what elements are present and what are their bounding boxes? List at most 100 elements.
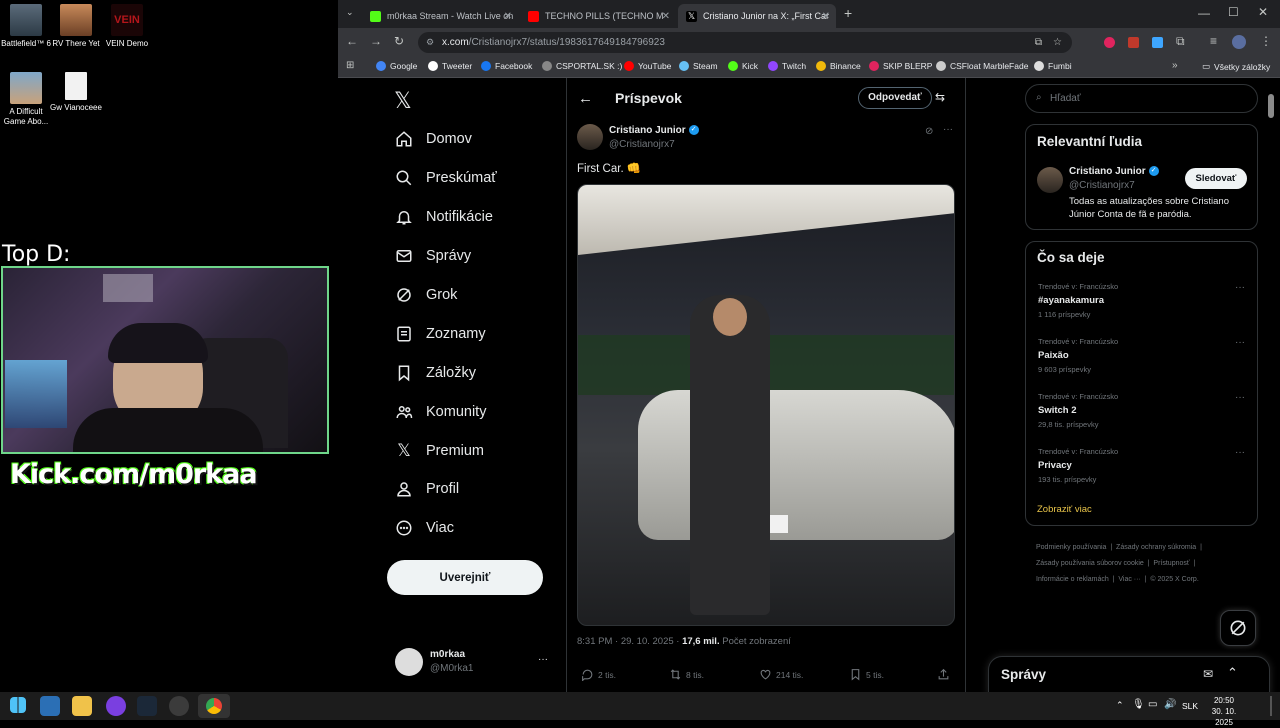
extension-icon[interactable] — [1104, 37, 1115, 48]
grok-explain-icon[interactable]: ⊘ — [925, 126, 933, 137]
bookmark-facebook[interactable]: Facebook — [481, 61, 532, 71]
nav-home[interactable]: Domov — [394, 129, 472, 149]
minimize-icon[interactable]: — — [1198, 6, 1210, 20]
file-explorer-icon[interactable] — [72, 696, 92, 716]
close-icon[interactable]: ✕ — [662, 11, 670, 22]
language-indicator[interactable]: SLK — [1182, 701, 1198, 711]
messages-drawer[interactable]: Správy ✉ ⌃ — [988, 656, 1270, 692]
relevant-name-row[interactable]: Cristiano Junior ✓ — [1069, 166, 1159, 177]
repost-action[interactable]: 8 tis. — [669, 668, 704, 681]
footer-link[interactable]: Viac ··· — [1118, 576, 1140, 583]
maximize-icon[interactable]: ☐ — [1228, 5, 1239, 19]
bookmark-fumbi[interactable]: Fumbi — [1034, 61, 1072, 71]
steam-icon[interactable] — [137, 696, 157, 716]
tab-search-icon[interactable]: ⌄ — [346, 7, 354, 18]
bookmark-google[interactable]: Google — [376, 61, 417, 71]
window-close-icon[interactable]: ✕ — [1258, 5, 1268, 19]
trend-item[interactable]: Trendové v: Francúzsko Paixão 9 603 prís… — [1038, 337, 1248, 374]
desktop-icon-gw-vianoceee[interactable]: Gw Vianoceee — [48, 72, 104, 113]
nav-premium[interactable]: 𝕏 Premium — [394, 441, 484, 461]
trend-item[interactable]: Trendové v: Francúzsko Switch 2 29,8 tis… — [1038, 392, 1248, 429]
scrollbar-thumb[interactable] — [1268, 94, 1274, 118]
profile-avatar[interactable] — [1232, 35, 1246, 49]
tab-x-post[interactable]: 𝕏 Cristiano Junior na X: „First Car ✕ — [678, 4, 836, 28]
like-action[interactable]: 214 tis. — [759, 668, 803, 681]
footer-link[interactable]: Informácie o reklamách — [1036, 576, 1109, 583]
menu-icon[interactable]: ⋮ — [1260, 34, 1272, 48]
site-info-icon[interactable]: ⚙ — [426, 32, 434, 53]
trend-menu-icon[interactable]: ··· — [1235, 282, 1245, 293]
account-menu-icon[interactable]: ··· — [538, 654, 548, 665]
trend-menu-icon[interactable]: ··· — [1235, 447, 1245, 458]
bookmark-binance[interactable]: Binance — [816, 61, 861, 71]
bookmark-kick[interactable]: Kick — [728, 61, 758, 71]
forward-icon[interactable]: → — [370, 34, 382, 48]
reply-button[interactable]: Odpovedať — [858, 87, 932, 109]
nav-messages[interactable]: Správy — [394, 246, 471, 266]
chrome-taskbar-button[interactable] — [198, 694, 230, 718]
bookmark-tweeter[interactable]: Tweeter — [428, 61, 472, 71]
trend-menu-icon[interactable]: ··· — [1235, 392, 1245, 403]
trend-menu-icon[interactable]: ··· — [1235, 337, 1245, 348]
desktop-icon-vein-demo[interactable]: VEIN VEIN Demo — [99, 4, 155, 49]
nav-notifications[interactable]: Notifikácie — [394, 207, 493, 227]
desktop-icon-rv-there-yet[interactable]: RV There Yet — [48, 4, 104, 49]
tweet-photo[interactable] — [577, 184, 955, 626]
address-bar[interactable]: ⚙ x.com/Cristianojrx7/status/19836176491… — [418, 32, 1072, 53]
x-logo-icon[interactable]: 𝕏 — [394, 88, 412, 114]
volume-icon[interactable]: 🔊 — [1164, 699, 1176, 710]
extension-icon[interactable] — [1128, 37, 1139, 48]
bookmark-skip-blerp[interactable]: SKIP BLERP — [869, 61, 932, 71]
relevant-avatar[interactable] — [1037, 167, 1063, 193]
new-tab-icon[interactable]: + — [844, 5, 852, 21]
media-controls-icon[interactable]: ≡ — [1210, 34, 1217, 48]
nav-grok[interactable]: Grok — [394, 285, 457, 305]
extension-icon[interactable] — [1152, 37, 1163, 48]
show-more-link[interactable]: Zobraziť viac — [1037, 504, 1092, 515]
back-icon[interactable]: ← — [346, 34, 358, 48]
author-avatar[interactable] — [577, 124, 603, 150]
clock[interactable]: 20:50 30. 10. 2025 — [1202, 695, 1246, 728]
more-bookmarks-icon[interactable]: » — [1172, 60, 1178, 71]
desktop-icon-difficult-game[interactable]: A Difficult Game Abo... — [0, 72, 54, 127]
account-avatar[interactable] — [395, 648, 423, 676]
search-box[interactable]: ⌕ Hľadať — [1025, 84, 1258, 113]
bookmark-csportal[interactable]: CSPORTAL.SK :) — [542, 61, 622, 71]
new-message-icon[interactable]: ✉ — [1203, 667, 1213, 681]
bookmark-star-icon[interactable]: ☆ — [1053, 32, 1062, 53]
share-action[interactable] — [937, 668, 954, 681]
tray-chevron-icon[interactable]: ⌃ — [1116, 700, 1124, 711]
footer-link[interactable]: Podmienky používania — [1036, 544, 1106, 551]
nav-bookmarks[interactable]: Záložky — [394, 363, 476, 383]
close-icon[interactable]: ✕ — [822, 11, 830, 22]
bookmark-action[interactable]: 5 tis. — [849, 668, 884, 681]
nav-communities[interactable]: Komunity — [394, 402, 486, 422]
nav-explore[interactable]: Preskúmať — [394, 168, 497, 188]
follow-button[interactable]: Sledovať — [1185, 168, 1247, 189]
tab-kick-stream[interactable]: m0rkaa Stream - Watch Live on ✕ — [362, 4, 518, 28]
trend-item[interactable]: Trendové v: Francúzsko #ayanakamura 1 11… — [1038, 282, 1248, 319]
expand-drawer-icon[interactable]: ⌃ — [1227, 665, 1238, 681]
grok-floating-button[interactable] — [1220, 610, 1256, 646]
footer-link[interactable]: Zásady používania súborov cookie — [1036, 560, 1144, 567]
bookmark-twitch[interactable]: Twitch — [768, 61, 806, 71]
desktop-icon-battlefield[interactable]: Battlefield™ 6 — [0, 4, 54, 49]
post-button[interactable]: Uverejniť — [387, 560, 543, 595]
extensions-puzzle-icon[interactable]: ⧉ — [1176, 34, 1185, 49]
footer-link[interactable]: Prístupnosť — [1153, 560, 1189, 567]
back-arrow-icon[interactable]: ← — [578, 90, 593, 107]
author-name-row[interactable]: Cristiano Junior ✓ — [609, 125, 699, 136]
nav-profile[interactable]: Profil — [394, 479, 459, 499]
tweet-menu-icon[interactable]: ··· — [943, 124, 953, 135]
tab-youtube-music[interactable]: TECHNO PILLS (TECHNO M ✕ — [520, 4, 676, 28]
show-desktop-button[interactable] — [1270, 696, 1272, 716]
taskbar-app-icon[interactable] — [106, 696, 126, 716]
footer-link[interactable]: Zásady ochrany súkromia — [1116, 544, 1196, 551]
all-bookmarks[interactable]: ▭ Všetky záložky — [1202, 61, 1270, 72]
obs-icon[interactable] — [169, 696, 189, 716]
bookmark-youtube[interactable]: YouTube — [624, 61, 671, 71]
trend-item[interactable]: Trendové v: Francúzsko Privacy 193 tis. … — [1038, 447, 1248, 484]
taskbar-app-icon[interactable] — [40, 696, 60, 716]
network-icon[interactable]: ▭ — [1148, 699, 1157, 710]
mic-icon[interactable]: 🎙 — [1132, 699, 1145, 710]
